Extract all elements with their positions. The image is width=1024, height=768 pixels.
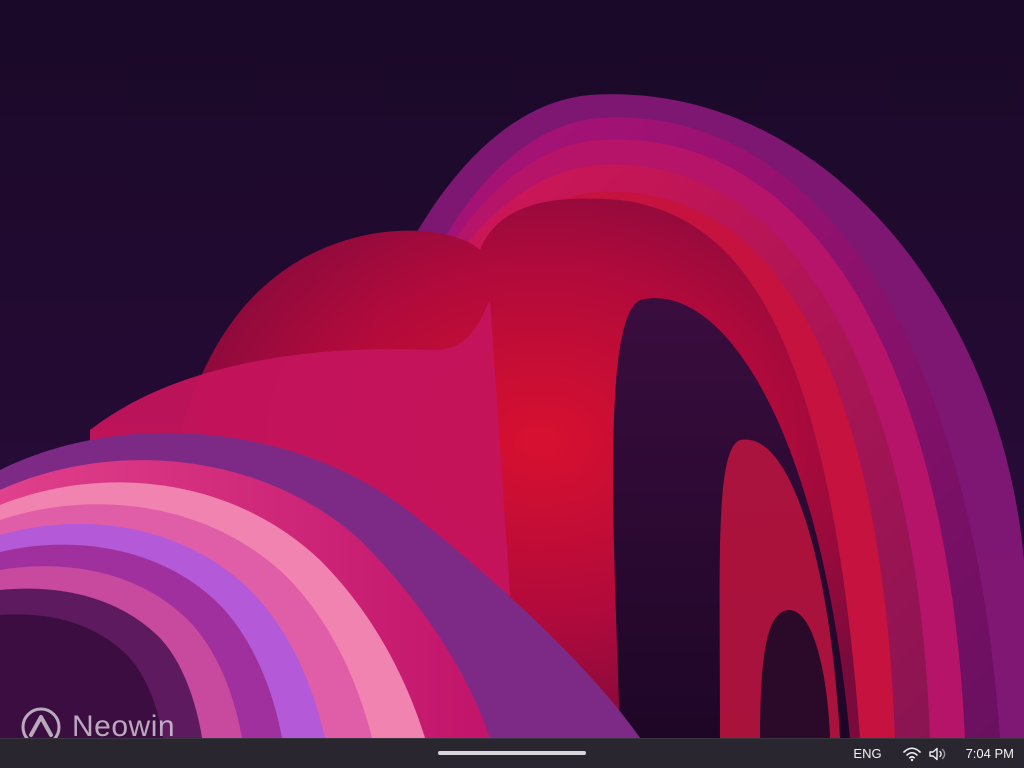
wifi-icon[interactable] (902, 744, 922, 764)
neowin-watermark: Neowin (20, 704, 175, 738)
desktop[interactable]: Neowin (0, 0, 1024, 738)
system-tray[interactable]: ENG 7:04 PM (853, 739, 1024, 768)
taskbar[interactable]: ENG 7:04 PM (0, 738, 1024, 768)
watermark-text: Neowin (72, 710, 176, 738)
clock[interactable]: 7:04 PM (966, 746, 1014, 761)
wallpaper (0, 0, 1024, 738)
volume-icon[interactable] (928, 744, 948, 764)
home-indicator[interactable] (438, 751, 586, 755)
neowin-logo-icon (20, 706, 62, 738)
language-indicator[interactable]: ENG (853, 746, 881, 761)
